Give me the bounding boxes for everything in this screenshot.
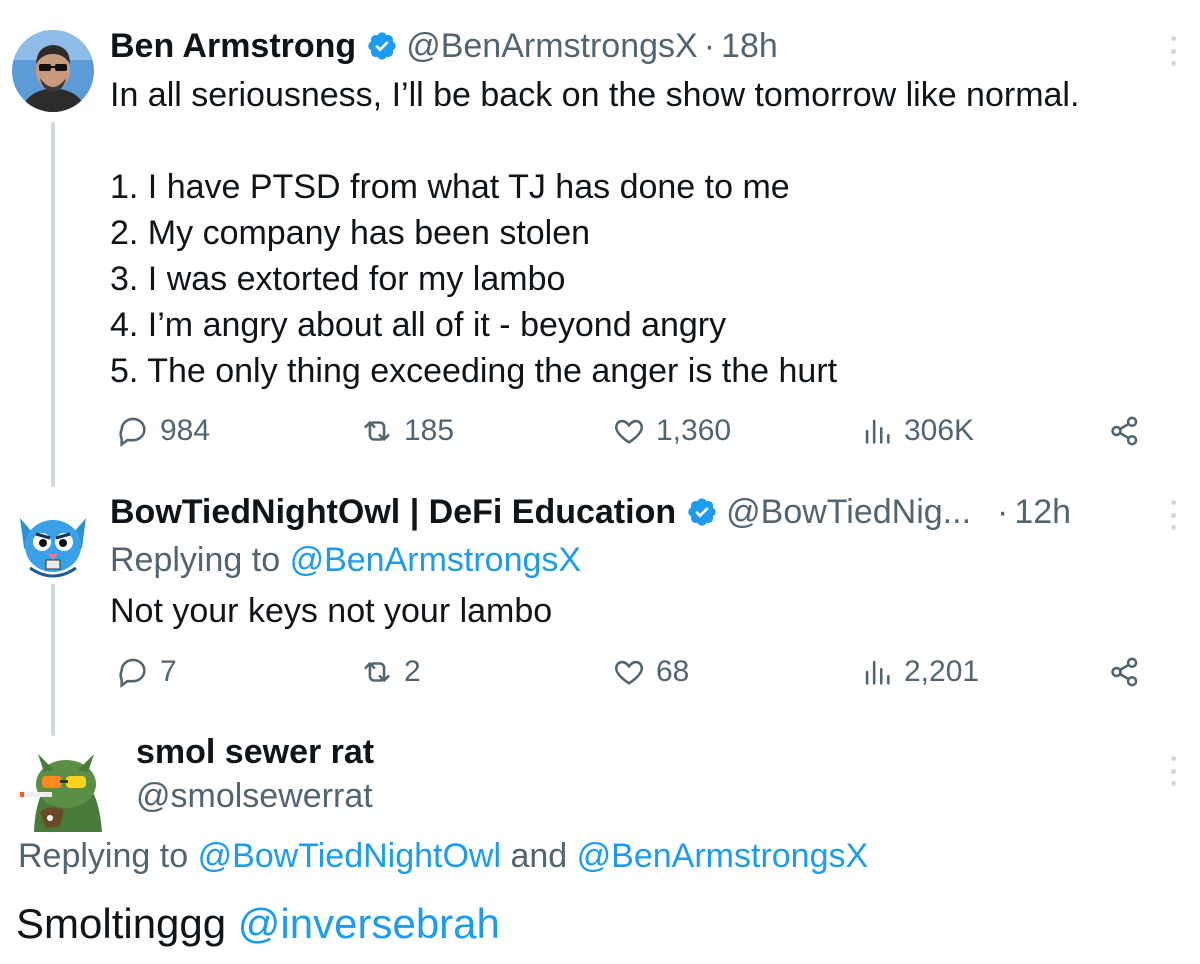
avatar-smol-sewer-rat[interactable] [20, 740, 112, 832]
author-handle[interactable]: @smolsewerrat [136, 776, 373, 816]
author-name[interactable]: BowTiedNightOwl | DeFi Education [110, 492, 676, 532]
views-chart-icon [865, 660, 890, 685]
repost-count: 185 [404, 414, 455, 447]
tweet-3-text: Smoltinggg @inversebrah [16, 896, 500, 952]
replying-to-label: Replying to [18, 837, 189, 875]
reply-icon [119, 417, 146, 448]
like-button[interactable]: 68 [612, 655, 689, 689]
tweet-text-line: In all seriousness, I’ll be back on the … [110, 76, 1080, 114]
tweet-text-line: 4. I’m angry about all of it - beyond an… [110, 306, 727, 344]
heart-icon [615, 660, 643, 685]
tweet-text-line: 1. I have PTSD from what TJ has done to … [110, 168, 790, 206]
reply-icon [119, 658, 146, 689]
tweet-2-text: Not your keys not your lambo [110, 592, 553, 630]
more-options-icon[interactable] [1168, 500, 1178, 530]
heart-icon [615, 419, 643, 444]
avatar-bowtiednightowl[interactable] [10, 498, 96, 584]
tweet-3-handle-row: @smolsewerrat [136, 776, 373, 816]
verified-badge-icon [366, 30, 398, 62]
views-stat[interactable]: 2,201 [860, 655, 979, 689]
tweet-3-author: smol sewer rat [136, 732, 374, 772]
replying-to-handle-link[interactable]: @BowTiedNightOwl [198, 837, 501, 875]
like-count: 1,360 [656, 414, 732, 447]
replying-to-line: Replying to @BowTiedNightOwl and @BenArm… [18, 836, 868, 876]
reply-button[interactable]: 984 [116, 414, 210, 448]
more-options-icon[interactable] [1168, 36, 1178, 66]
tweet-text-line: 5. The only thing exceeding the anger is… [110, 352, 838, 390]
replying-to-line: Replying to @BenArmstrongsX [110, 540, 581, 580]
author-name[interactable]: smol sewer rat [136, 732, 374, 772]
tweet-1-text: In all seriousness, I’ll be back on the … [110, 72, 1079, 394]
repost-icon [364, 662, 390, 682]
share-button[interactable] [1108, 414, 1152, 448]
like-button[interactable]: 1,360 [612, 414, 731, 448]
verified-badge-icon [686, 496, 718, 528]
author-name[interactable]: Ben Armstrong [110, 26, 356, 66]
tweet-text-line: 3. I was extorted for my lambo [110, 260, 566, 298]
timestamp[interactable]: 12h [1014, 492, 1071, 532]
mention-link[interactable]: @inversebrah [238, 900, 500, 947]
tweet-1-header: Ben Armstrong @BenArmstrongsX · 18h [110, 26, 778, 66]
share-icon [1111, 657, 1138, 687]
replying-to-handle-link[interactable]: @BenArmstrongsX [577, 837, 869, 875]
repost-count: 2 [404, 655, 421, 688]
repost-button[interactable]: 185 [360, 414, 454, 448]
more-options-icon[interactable] [1168, 756, 1178, 786]
reply-button[interactable]: 7 [116, 655, 177, 689]
replying-to-label: Replying to [110, 541, 281, 579]
replying-to-handle-link[interactable]: @BenArmstrongsX [290, 541, 582, 579]
separator-dot: · [997, 493, 1009, 531]
thread-connector-line [51, 122, 55, 487]
repost-button[interactable]: 2 [360, 655, 421, 689]
reply-count: 984 [160, 414, 211, 447]
author-handle[interactable]: @BenArmstrongsX [406, 26, 698, 66]
tweet-text-line: 2. My company has been stolen [110, 214, 591, 252]
view-count: 2,201 [904, 655, 980, 688]
views-chart-icon [865, 419, 890, 444]
view-count: 306K [904, 414, 975, 447]
author-handle[interactable]: @BowTiedNig... [726, 492, 971, 532]
share-icon [1111, 416, 1138, 446]
tweet-2-header: BowTiedNightOwl | DeFi Education @BowTie… [110, 492, 1071, 532]
replying-and-label: and [510, 837, 568, 875]
timestamp[interactable]: 18h [721, 26, 778, 66]
avatar-ben-armstrong[interactable] [12, 30, 94, 112]
reply-count: 7 [160, 655, 177, 688]
thread-connector-line [51, 578, 55, 736]
views-stat[interactable]: 306K [860, 414, 974, 448]
tweet-text: Smoltinggg [16, 900, 227, 947]
like-count: 68 [656, 655, 690, 688]
repost-icon [364, 421, 390, 441]
share-button[interactable] [1108, 655, 1152, 689]
separator-dot: · [703, 27, 716, 65]
